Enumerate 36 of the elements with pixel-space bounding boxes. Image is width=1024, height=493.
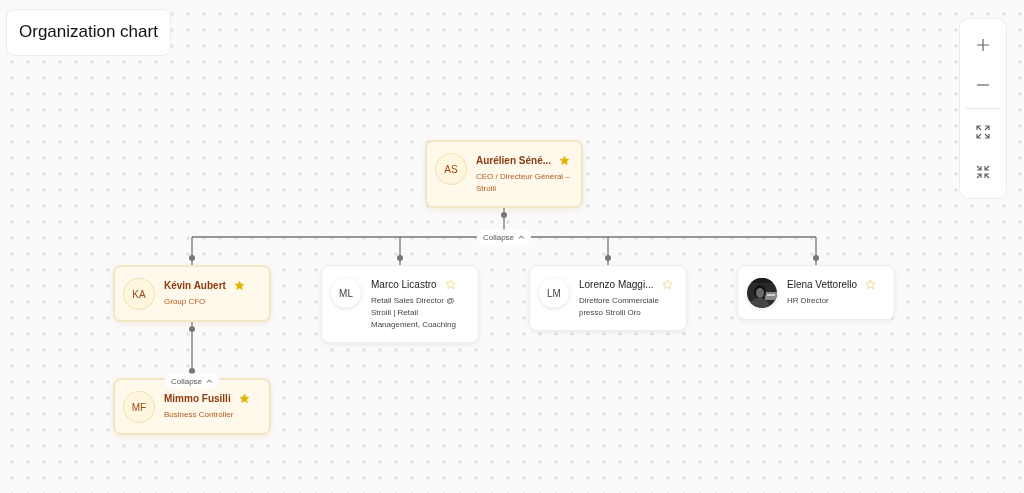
caret-icon xyxy=(518,234,526,240)
employee-card[interactable]: AS Aurélien Séné... CEO / Directeur Général – Stroili xyxy=(425,140,583,208)
expand-icon xyxy=(976,125,990,139)
star-icon[interactable] xyxy=(865,279,877,290)
employee-name: Kévin Aubert xyxy=(164,280,226,291)
collapse-button[interactable]: Collapse xyxy=(476,229,532,245)
page-title: Organization chart xyxy=(6,9,171,56)
collapse-button[interactable]: Collapse xyxy=(164,373,220,389)
employee-card[interactable]: LM Lorenzo Maggi... Direttore Commerciale presso Stroili Oro xyxy=(529,265,687,331)
employee-name: Aurélien Séné... xyxy=(476,155,552,166)
star-icon[interactable] xyxy=(238,393,250,404)
star-icon[interactable] xyxy=(661,279,673,290)
star-icon[interactable] xyxy=(559,155,571,166)
plus-icon xyxy=(976,38,990,52)
employee-card[interactable]: ML Marco Licastro Retail Sales Director @ Stroili | Retail Management, Coaching xyxy=(321,265,479,343)
job-title: Retail Sales Director @ Stroili | Retail Management, Coaching xyxy=(371,295,457,331)
initials-avatar: ML xyxy=(331,278,361,308)
job-title: Direttore Commerciale presso Stroili Oro xyxy=(579,295,661,319)
shrink-icon xyxy=(976,165,990,179)
employee-name: Marco Licastro xyxy=(371,279,437,290)
employee-name: Elena Vettorello xyxy=(787,279,858,290)
job-title: Group CFO xyxy=(164,296,207,308)
initials-avatar: KA xyxy=(124,279,154,309)
employee-card[interactable]: KA Kévin Aubert Group CFO xyxy=(113,265,271,322)
job-title: CEO / Directeur Général – Stroili xyxy=(476,171,571,195)
initials-avatar: MF xyxy=(124,392,154,422)
job-title: HR Director xyxy=(787,295,830,307)
employee-name: Lorenzo Maggi... xyxy=(579,279,654,290)
employee-name: Mimmo Fusilli xyxy=(164,393,231,404)
caret-icon xyxy=(206,378,214,384)
star-icon[interactable] xyxy=(233,280,245,291)
initials-avatar: AS xyxy=(436,154,466,184)
job-title: Business Controller xyxy=(164,409,235,421)
employee-card[interactable]: Elena Vettorello HR Director xyxy=(737,265,895,320)
star-icon[interactable] xyxy=(444,279,456,290)
initials-avatar: LM xyxy=(539,278,569,308)
